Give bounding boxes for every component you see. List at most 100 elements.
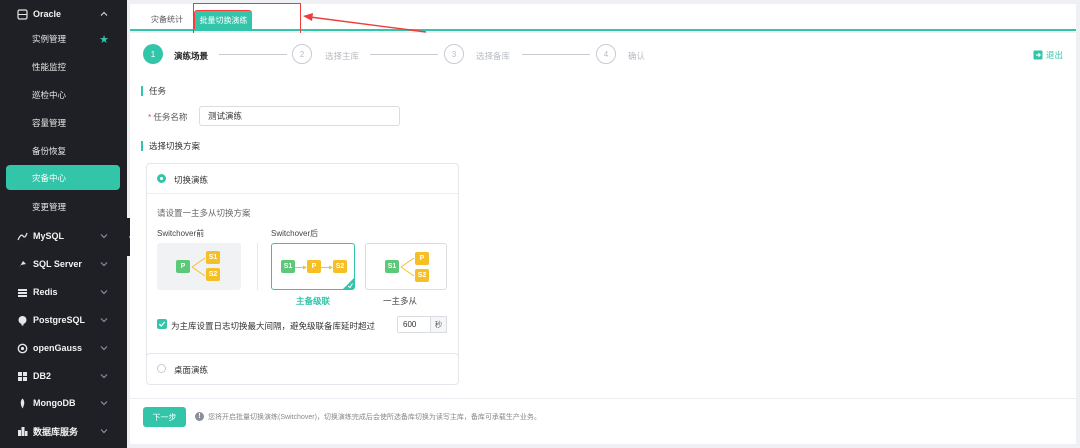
log-switch-interval-checkbox[interactable]	[157, 319, 167, 329]
step-3-indicator: 3	[444, 44, 464, 64]
standby-node-s2: S2	[333, 260, 347, 273]
exit-icon	[1033, 50, 1043, 60]
opengauss-icon	[16, 342, 28, 354]
sidebar-group-label: 数据库服务	[33, 426, 79, 437]
sidebar-group-sql-server[interactable]: SQL Server	[0, 250, 127, 278]
sidebar-item-label: 巡检中心	[32, 90, 67, 100]
sidebar-group-label: MySQL	[33, 231, 65, 241]
standby-node-s1: S1	[206, 251, 220, 264]
footer-divider	[130, 398, 1076, 399]
next-step-button[interactable]: 下一步	[143, 407, 186, 427]
step-2-label: 选择主库	[325, 51, 360, 61]
log-switch-interval-label: 为主库设置日志切换最大间隔，避免级联备库延时超过	[171, 321, 376, 331]
topology-one-many-option[interactable]: S1 P S2	[365, 243, 447, 290]
plan-hint: 请设置一主多从切换方案	[157, 208, 251, 218]
switchover-before-label: Switchover前	[157, 229, 205, 238]
sidebar-group-postgresql[interactable]: PostgreSQL	[0, 306, 127, 334]
sidebar-item-performance[interactable]: 性能监控	[0, 53, 127, 81]
chevron-down-icon	[100, 290, 108, 295]
sidebar-group-db2[interactable]: DB2	[0, 362, 127, 390]
sidebar-item-label: 容量管理	[32, 118, 67, 128]
topology-before: P S1 S2	[157, 243, 241, 290]
primary-node: P	[176, 260, 190, 273]
exit-button[interactable]: 退出	[1033, 49, 1063, 61]
sidebar-group-label: Redis	[33, 287, 58, 297]
step-2-indicator: 2	[292, 44, 312, 64]
switch-drill-radio[interactable]	[157, 174, 166, 183]
sidebar-group-mongodb[interactable]: MongoDB	[0, 389, 127, 417]
chevron-up-icon	[100, 11, 108, 16]
step-1-label: 演练场景	[174, 51, 209, 61]
sidebar-item-label: 实例管理	[32, 34, 67, 44]
task-name-label: * 任务名称	[148, 112, 188, 122]
replication-arrows	[400, 257, 415, 277]
sidebar-group-label: Oracle	[33, 9, 62, 19]
sidebar-group-label: DB2	[33, 371, 52, 381]
star-icon[interactable]: ★	[99, 33, 109, 46]
sidebar-group-db-service[interactable]: 数据库服务	[0, 417, 127, 445]
sidebar: Oracle 实例管理 ★ 性能监控 巡检中心 容量管理 备份恢复 灾备中心 变…	[0, 0, 127, 448]
primary-node: S1	[385, 260, 399, 273]
chevron-down-icon	[100, 262, 108, 267]
standby-node-p: P	[415, 252, 429, 265]
sql-server-icon	[16, 258, 28, 270]
checkmark-icon	[158, 321, 166, 327]
step-connector	[522, 54, 590, 55]
switchover-after-label: Switchover后	[271, 229, 319, 238]
step-3-label: 选择备库	[476, 51, 511, 61]
sidebar-item-label: 变更管理	[32, 202, 67, 212]
sidebar-item-change[interactable]: 变更管理	[0, 193, 127, 221]
arrow-right-icon	[295, 265, 307, 270]
mysql-icon	[16, 230, 28, 242]
interval-input[interactable]	[397, 316, 431, 333]
sidebar-group-opengauss[interactable]: openGauss	[0, 334, 127, 362]
interval-unit: 秒	[430, 316, 447, 333]
sidebar-item-label: 备份恢复	[32, 146, 67, 156]
sidebar-item-capacity[interactable]: 容量管理	[0, 109, 127, 137]
task-name-input[interactable]	[199, 106, 400, 126]
step-connector	[219, 54, 287, 55]
step-4-label: 确认	[628, 51, 646, 61]
footer-info-text: 您将开启批量切换演练(Switchover)，切换演练完成后会使所选备库切换为读…	[208, 414, 541, 421]
chevron-down-icon	[100, 401, 108, 406]
sidebar-item-inspection[interactable]: 巡检中心	[0, 81, 127, 109]
info-icon: !	[195, 412, 204, 421]
sidebar-item-dr-center[interactable]: 灾备中心	[6, 165, 120, 190]
chevron-down-icon	[100, 346, 108, 351]
sidebar-group-mysql[interactable]: MySQL	[0, 222, 127, 250]
sidebar-group-label: openGauss	[33, 343, 83, 353]
desktop-drill-radio[interactable]	[157, 364, 166, 373]
sidebar-item-label: 性能监控	[32, 62, 67, 72]
exit-label: 退出	[1046, 50, 1064, 60]
standby-node-p: P	[307, 260, 321, 273]
step-1-indicator: 1	[143, 44, 163, 64]
sidebar-group-redis[interactable]: Redis	[0, 278, 127, 306]
topology-cascade-option[interactable]: S1 P S2	[271, 243, 355, 290]
sidebar-item-instance[interactable]: 实例管理 ★	[0, 25, 127, 53]
tab-dr-statistics[interactable]: 灾备统计	[144, 10, 190, 29]
step-connector	[370, 54, 438, 55]
diagram-separator	[257, 243, 258, 290]
sidebar-group-oracle[interactable]: Oracle	[0, 0, 127, 28]
mongodb-icon	[16, 397, 28, 409]
chevron-down-icon	[100, 318, 108, 323]
step-4-indicator: 4	[596, 44, 616, 64]
db2-icon	[16, 370, 28, 382]
standby-node-s2: S2	[206, 268, 220, 281]
chevron-down-icon	[100, 374, 108, 379]
section-title-task: 任务	[141, 86, 166, 96]
task-name-label-text: 任务名称	[153, 112, 188, 122]
chevron-down-icon	[100, 234, 108, 239]
arrow-right-icon	[321, 265, 333, 270]
chevron-down-icon	[100, 429, 108, 434]
sidebar-item-label: 灾备中心	[32, 172, 67, 183]
sidebar-group-label: PostgreSQL	[33, 315, 86, 325]
sidebar-item-backup[interactable]: 备份恢复	[0, 137, 127, 165]
caption-cascade: 主备级联	[296, 296, 331, 306]
caption-one-many: 一主多从	[383, 296, 418, 306]
database-icon	[16, 8, 28, 20]
postgresql-icon	[16, 314, 28, 326]
annotation-arrow	[303, 13, 427, 33]
sidebar-group-label: MongoDB	[33, 398, 76, 408]
card-divider	[147, 193, 458, 194]
